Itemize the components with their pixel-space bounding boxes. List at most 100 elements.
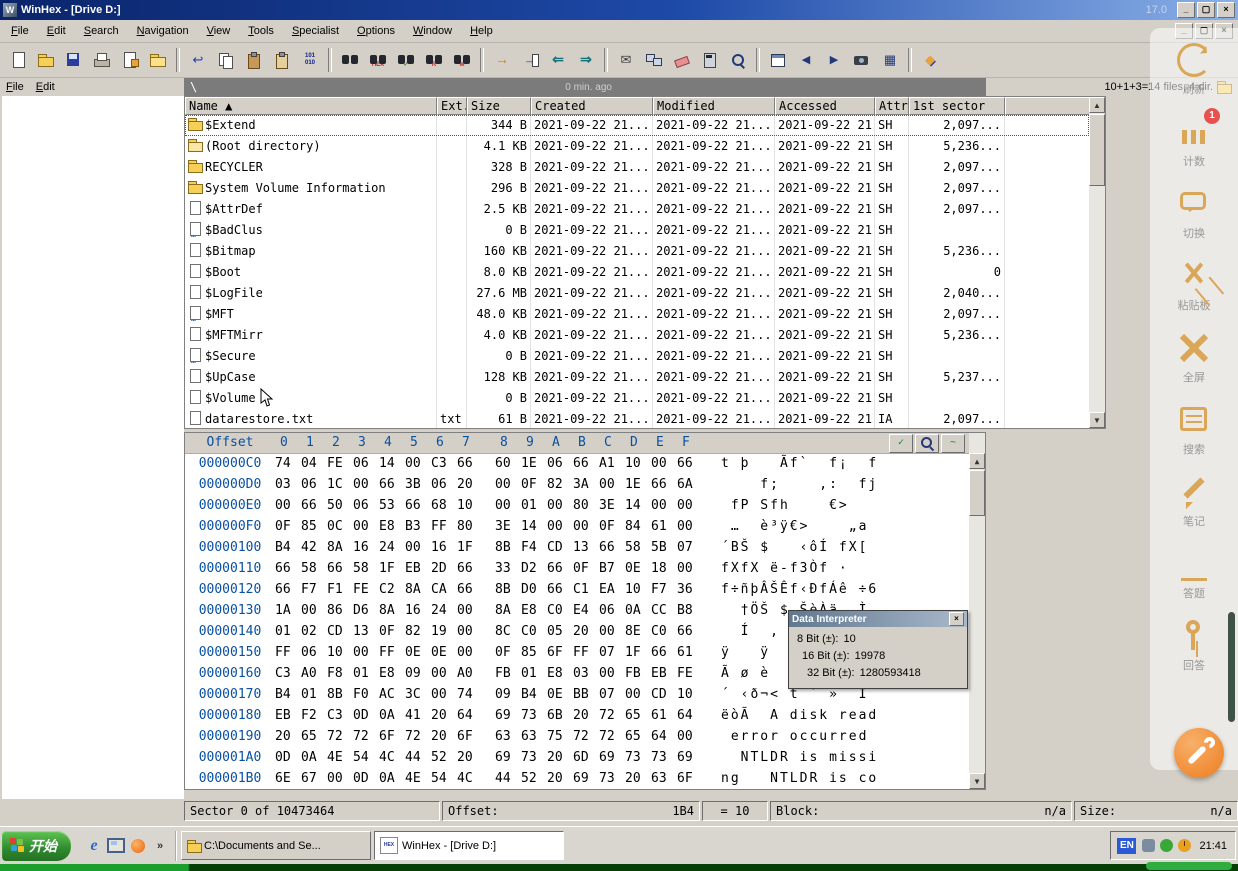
hex-ansi-text[interactable]: f; ‚: fj [709, 474, 878, 495]
hex-byte[interactable]: 52 [431, 747, 457, 768]
hex-byte[interactable]: 00 [677, 558, 703, 579]
hex-byte[interactable]: 66 [457, 579, 483, 600]
hex-byte[interactable]: F7 [301, 579, 327, 600]
hex-byte[interactable]: 00 [405, 453, 431, 474]
hex-byte[interactable]: 80 [573, 495, 599, 516]
hex-byte[interactable]: F0 [353, 684, 379, 705]
table-row[interactable]: RECYCLER 328 B 2021-09-22 21... 2021-09-22 … [185, 157, 1089, 178]
hex-byte[interactable]: 8A [495, 600, 521, 621]
hex-bytes[interactable]: 66 58 66 58 1F EB 2D 66 33 D2 66 0F B7 0E 18 00 [275, 558, 709, 579]
hex-row[interactable]: 00000120 66 F7 F1 FE C2 8A CA 66 8B D0 66 C1 EA 10 F7 36… [185, 579, 969, 600]
hex-byte[interactable]: 66 [599, 537, 625, 558]
internet-explorer-icon[interactable]: e [83, 834, 105, 858]
hex-byte[interactable]: 6A [677, 474, 703, 495]
sidebar-item-stats[interactable]: 1 计数 [1158, 106, 1230, 178]
hex-byte[interactable]: 0F [573, 558, 599, 579]
hex-bytes[interactable]: FF 06 10 00 FF 0E 0E 00 0F 85 6F FF 07 1F 66 61 [275, 642, 709, 663]
hex-byte[interactable]: 1E [521, 453, 547, 474]
hex-byte[interactable]: 60 [495, 453, 521, 474]
hex-byte[interactable]: 2D [431, 558, 457, 579]
hex-byte[interactable]: E8 [379, 663, 405, 684]
send-mail-button[interactable]: ✉ [613, 47, 639, 73]
hex-byte[interactable]: 06 [353, 453, 379, 474]
menu-search[interactable]: Search [75, 22, 128, 40]
menu-specialist[interactable]: Specialist [283, 22, 348, 40]
data-interpreter-button[interactable] [765, 47, 791, 73]
hex-byte[interactable]: 69 [495, 747, 521, 768]
hex-byte[interactable]: 74 [457, 684, 483, 705]
hex-byte[interactable]: 14 [625, 495, 651, 516]
scroll-down-button[interactable]: ▼ [1089, 412, 1105, 428]
hex-byte[interactable]: 04 [301, 453, 327, 474]
hex-byte[interactable]: 24 [379, 537, 405, 558]
hex-byte[interactable]: 07 [599, 642, 625, 663]
hex-byte[interactable]: 8B [495, 579, 521, 600]
hex-row[interactable]: 00000180 EB F2 C3 0D 0A 41 20 64 69 73 6B 20 72 65 61 64… [185, 705, 969, 726]
sidebar-item-refresh[interactable]: 刷新 [1158, 34, 1230, 106]
scrollbar-thumb[interactable] [1089, 114, 1105, 186]
sidebar-item-fullscreen[interactable]: 全屏 [1158, 322, 1230, 394]
data-interpreter-close-button[interactable]: × [949, 612, 964, 626]
hex-byte[interactable]: 16 [431, 537, 457, 558]
table-row[interactable]: $LogFile 27.6 MB 2021-09-22 21... 2021-09-2… [185, 283, 1089, 304]
hex-byte[interactable]: 20 [625, 768, 651, 789]
hex-byte[interactable]: BB [573, 684, 599, 705]
hex-byte[interactable]: C3 [275, 663, 301, 684]
hex-byte[interactable]: 02 [301, 621, 327, 642]
hex-byte[interactable]: 1F [457, 537, 483, 558]
hex-byte[interactable]: AC [379, 684, 405, 705]
hex-ansi-text[interactable]: f÷ñþÂŠÊf‹ÐfÁê ÷6 [709, 579, 878, 600]
hex-byte[interactable]: 07 [677, 537, 703, 558]
table-row[interactable]: $AttrDef 2.5 KB 2021-09-22 21... 2021-09-22… [185, 199, 1089, 220]
menu-view[interactable]: View [198, 22, 240, 40]
hex-byte[interactable]: 64 [651, 726, 677, 747]
hex-byte[interactable]: 41 [405, 705, 431, 726]
hex-row[interactable]: 00000110 66 58 66 58 1F EB 2D 66 33 D2 66 0F B7 0E 18 00… [185, 558, 969, 579]
volume-icon[interactable] [1142, 839, 1156, 852]
taskbar-task-active[interactable]: HEX WinHex - [Drive D:] [374, 831, 564, 860]
hex-byte[interactable]: 66 [457, 453, 483, 474]
hex-byte[interactable]: 66 [677, 453, 703, 474]
hex-byte[interactable]: 24 [431, 600, 457, 621]
table-row[interactable]: $Volume 0 B 2021-09-22 21... 2021-09-22 21.… [185, 388, 1089, 409]
hex-bytes[interactable]: 74 04 FE 06 14 00 C3 66 60 1E 06 66 A1 10 00 66 [275, 453, 709, 474]
hex-byte[interactable]: 3B [405, 474, 431, 495]
next-window-button[interactable]: ▶ [821, 47, 847, 73]
table-row[interactable]: $BadClus0 B2021-09-22 21...2021-09-22 21… [185, 220, 1089, 241]
hex-byte[interactable]: 86 [327, 600, 353, 621]
hex-row[interactable]: 000000D0 03 06 1C 00 66 3B 06 20 00 0F 82 3A 00 1E 66 6A… [185, 474, 969, 495]
maximize-button[interactable]: ▢ [1197, 2, 1215, 18]
sidebar-item-clipboard[interactable]: 粘贴板 [1158, 250, 1230, 322]
hex-byte[interactable]: 50 [327, 495, 353, 516]
sidebar-item-answer[interactable]: 答题 [1158, 538, 1230, 610]
hex-byte[interactable]: 00 [625, 684, 651, 705]
sidebar-item-switch[interactable]: 切换 [1158, 178, 1230, 250]
column-header-size[interactable]: Size [467, 97, 531, 115]
hex-byte[interactable]: 13 [353, 621, 379, 642]
hex-byte[interactable]: 20 [457, 474, 483, 495]
hex-byte[interactable]: 8B [327, 684, 353, 705]
hex-byte[interactable]: 20 [431, 705, 457, 726]
hex-byte[interactable]: 61 [651, 516, 677, 537]
hex-byte[interactable]: FF [275, 642, 301, 663]
sidebar-drag-handle[interactable] [1228, 612, 1235, 722]
menu-window[interactable]: Window [404, 22, 461, 40]
sidebar-item-search[interactable]: 搜索 [1158, 394, 1230, 466]
previous-window-button[interactable]: ◀ [793, 47, 819, 73]
hex-byte[interactable]: 0D [353, 768, 379, 789]
hex-byte[interactable]: 20 [275, 726, 301, 747]
hex-byte[interactable]: 72 [599, 705, 625, 726]
hex-byte[interactable]: 66 [651, 474, 677, 495]
hex-byte[interactable]: 1E [625, 474, 651, 495]
hex-byte[interactable]: 4C [379, 747, 405, 768]
calculator-button[interactable] [697, 47, 723, 73]
hex-byte[interactable]: B7 [599, 558, 625, 579]
hex-byte[interactable]: 69 [573, 768, 599, 789]
hex-byte[interactable]: 6F [379, 726, 405, 747]
hex-byte[interactable]: 0C [327, 516, 353, 537]
hex-byte[interactable]: 1C [327, 474, 353, 495]
hex-byte[interactable]: 0E [547, 684, 573, 705]
hex-byte[interactable]: 61 [651, 705, 677, 726]
hex-byte[interactable]: 53 [379, 495, 405, 516]
hex-byte[interactable]: 63 [651, 768, 677, 789]
